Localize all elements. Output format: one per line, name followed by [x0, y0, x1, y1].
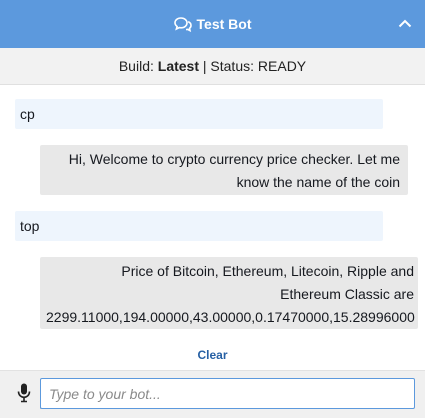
chevron-up-icon — [398, 15, 412, 33]
conversation-area[interactable]: cp Hi, Welcome to crypto currency price … — [0, 85, 425, 370]
message-input[interactable] — [40, 378, 415, 409]
header-title-group: Test Bot — [173, 16, 252, 32]
build-label: Build: — [118, 58, 154, 74]
message-line: Price of Bitcoin, Ethereum, Litecoin, Ri… — [121, 263, 414, 279]
bot-message: Hi, Welcome to crypto currency price che… — [40, 145, 408, 195]
status-bar: Build: Latest | Status: READY — [0, 48, 425, 85]
build-value: Latest — [157, 58, 199, 74]
status-value: READY — [257, 58, 307, 74]
chat-header: Test Bot — [0, 0, 425, 48]
message-line: Ethereum Classic are — [280, 286, 414, 302]
microphone-icon — [17, 383, 31, 408]
message-line: top — [20, 218, 40, 234]
message-line: 2299.11000,194.00000,43.00000,0.17470000… — [46, 309, 415, 325]
input-bar — [0, 370, 425, 418]
status-separator: | — [202, 58, 207, 74]
message-line: cp — [20, 106, 35, 122]
user-message: cp — [15, 99, 383, 129]
mic-button[interactable] — [13, 383, 35, 408]
collapse-button[interactable] — [395, 14, 415, 34]
bot-title: Test Bot — [196, 16, 252, 32]
status-label: Status: — [210, 58, 255, 74]
chat-bubbles-icon — [173, 16, 192, 32]
clear-button[interactable]: Clear — [0, 348, 425, 362]
message-line: Hi, Welcome to crypto currency price che… — [68, 151, 400, 167]
message-line: know the name of the coin — [236, 174, 400, 190]
bot-message: Price of Bitcoin, Ethereum, Litecoin, Ri… — [40, 257, 418, 329]
user-message: top — [15, 211, 383, 241]
